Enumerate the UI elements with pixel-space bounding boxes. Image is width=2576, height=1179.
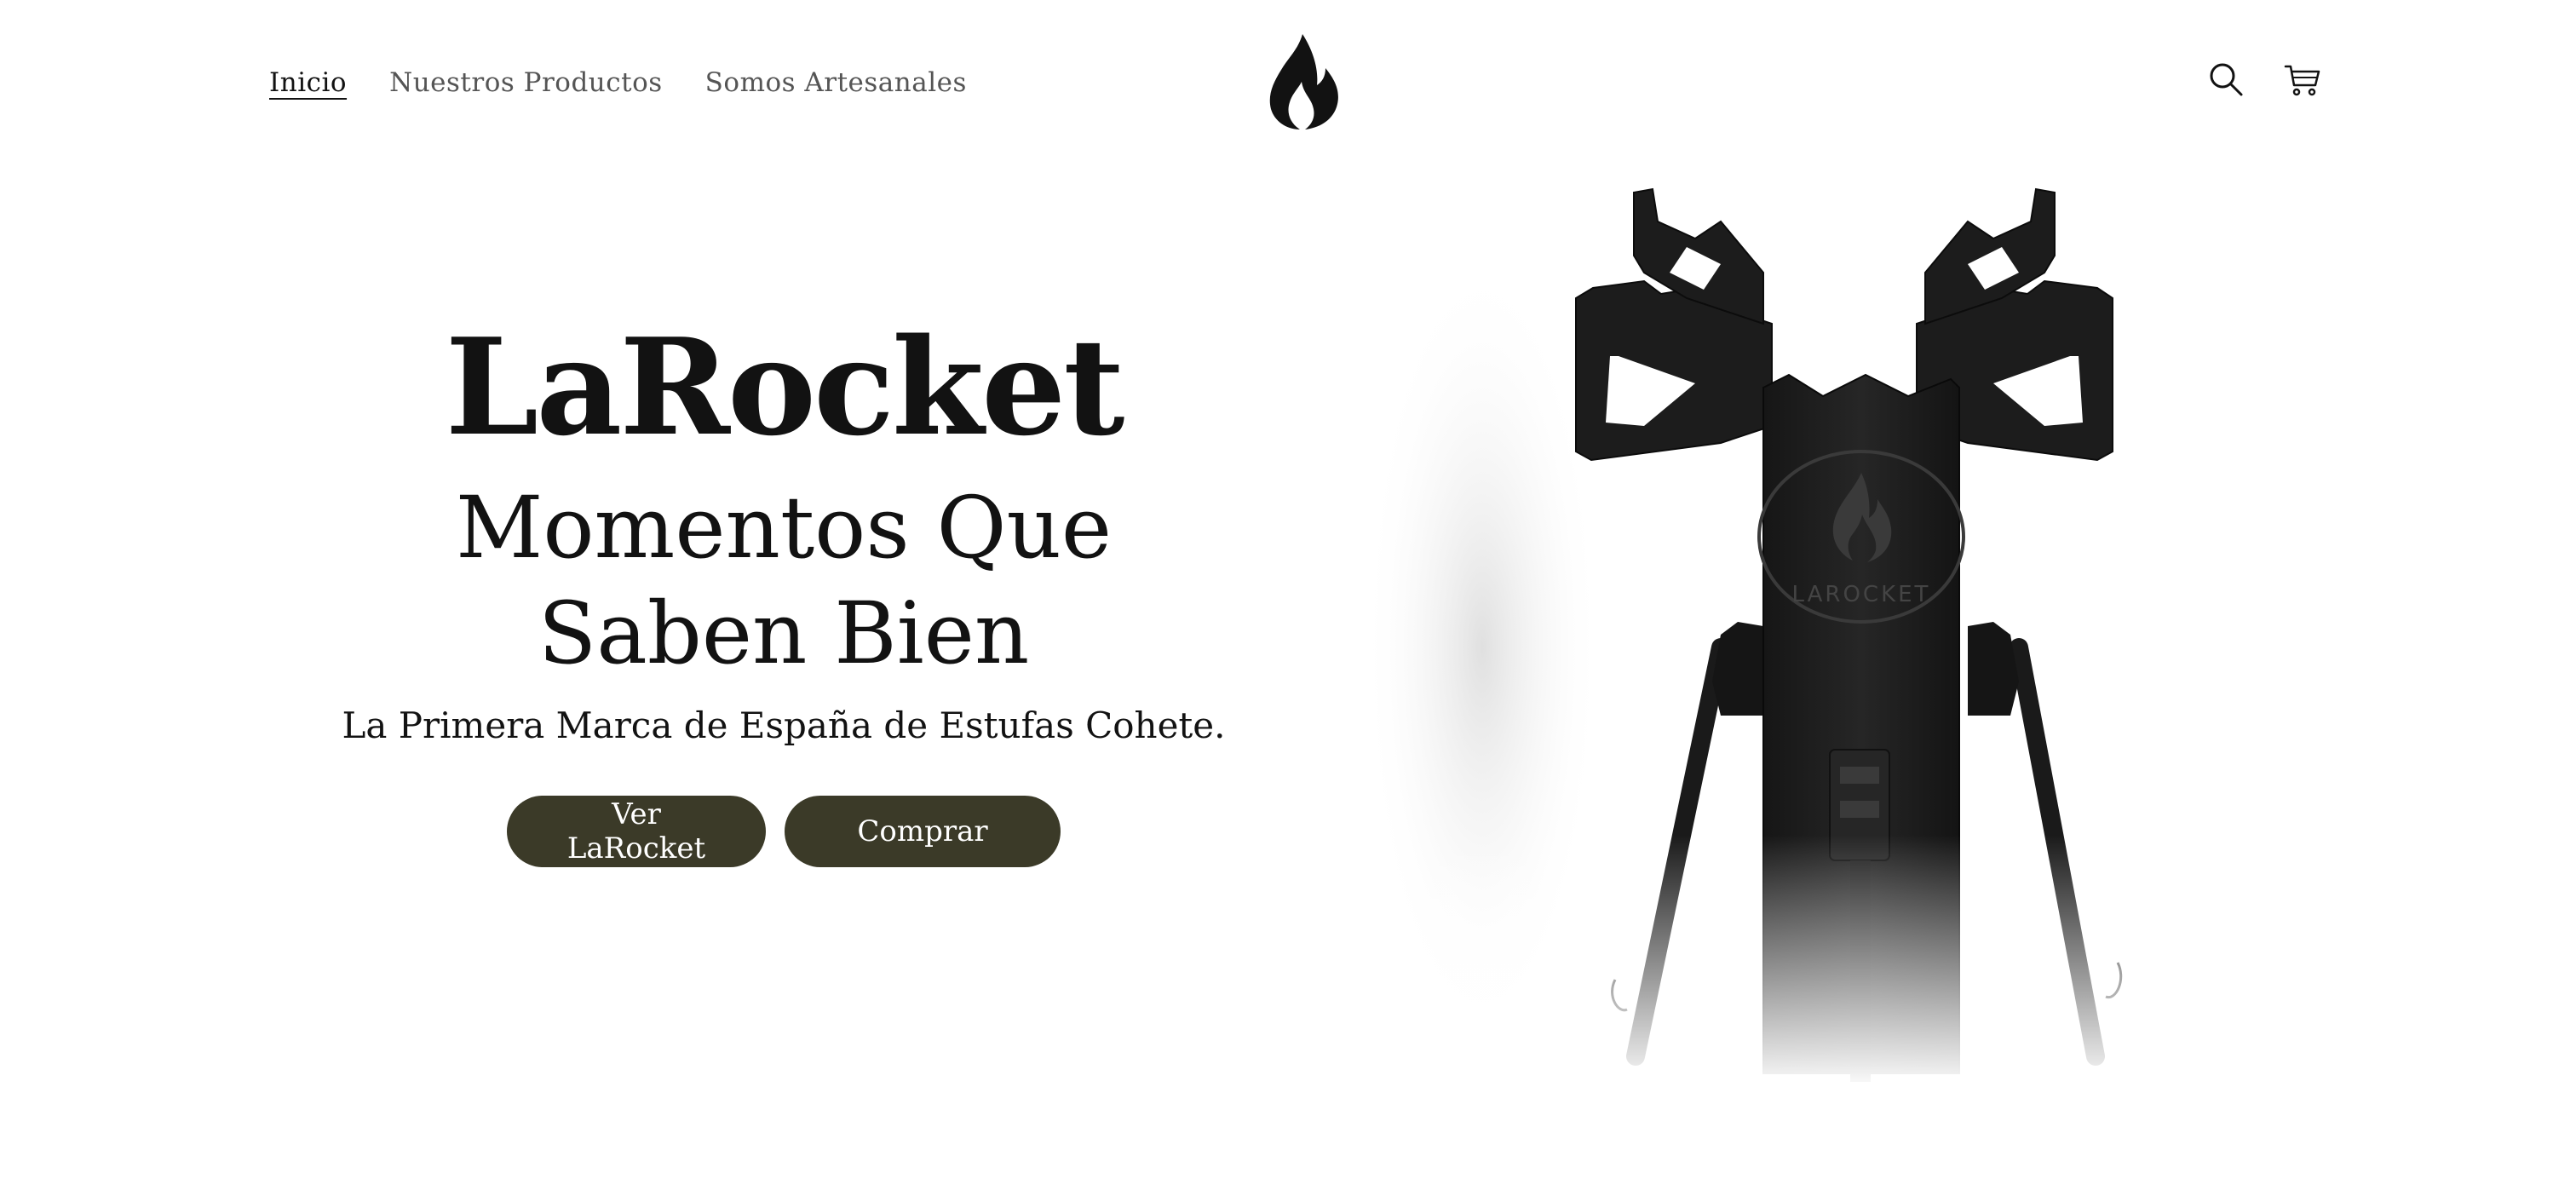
hero-subtitle: Momentos Que Saben Bien (256, 475, 1312, 687)
search-icon[interactable] (2206, 60, 2245, 99)
nav-link-inicio[interactable]: Inicio (269, 63, 347, 102)
hero-text: LaRocket Momentos Que Saben Bien La Prim… (256, 307, 1312, 867)
nav-link-nuestros-productos[interactable]: Nuestros Productos (389, 63, 663, 102)
hero-subtitle-line2: Saben Bien (538, 584, 1030, 683)
flame-icon[interactable] (1264, 32, 1341, 131)
rocket-stove-image: LAROCKET (1363, 170, 2198, 1090)
hero-subtitle-line1: Momentos Que (455, 478, 1113, 578)
cart-icon[interactable] (2283, 60, 2322, 99)
hero-title: LaRocket (445, 309, 1125, 465)
nav-link-somos-artesanales[interactable]: Somos Artesanales (705, 63, 967, 102)
page: Inicio Nuestros Productos Somos Artesana… (0, 0, 2576, 1179)
hero-description: La Primera Marca de España de Estufas Co… (342, 705, 1226, 746)
header-icons (2206, 60, 2322, 99)
ver-larocket-button[interactable]: Ver LaRocket (507, 796, 766, 867)
hero-buttons: Ver LaRocket Comprar (256, 796, 1312, 867)
main-nav: Inicio Nuestros Productos Somos Artesana… (269, 63, 967, 102)
comprar-button[interactable]: Comprar (785, 796, 1061, 867)
stove-brand-mark: LAROCKET (1792, 582, 1931, 607)
